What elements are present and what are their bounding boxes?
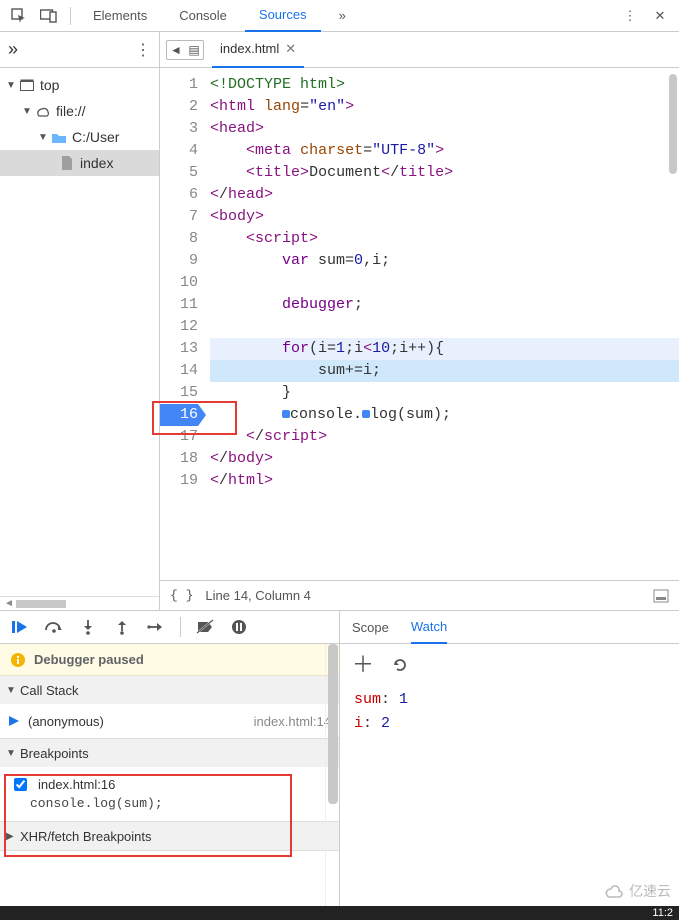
nav-back-icon[interactable]: ◄ [167, 41, 185, 59]
info-icon [10, 652, 26, 668]
debugger-left-pane: Debugger paused ▼Call Stack (anonymous) … [0, 644, 340, 906]
stack-frame[interactable]: (anonymous) index.html:14 [0, 708, 339, 734]
section-xhr-breakpoints[interactable]: ▶XHR/fetch Breakpoints [0, 822, 339, 850]
close-tab-icon[interactable]: ✕ [285, 41, 296, 57]
current-frame-icon [8, 715, 20, 727]
tab-watch[interactable]: Watch [411, 610, 447, 644]
sidebar-more-icon[interactable]: » [8, 39, 18, 60]
taskbar: 11:2 [0, 906, 679, 920]
sidebar-menu-icon[interactable]: ⋮ [135, 40, 151, 60]
editor-nav[interactable]: ◄▤ [166, 40, 204, 60]
tab-console[interactable]: Console [165, 0, 241, 32]
nav-list-icon[interactable]: ▤ [185, 41, 203, 59]
tree-folder[interactable]: ▼C:/User [0, 124, 159, 150]
tree-file-index[interactable]: index [0, 150, 159, 176]
kebab-menu-icon[interactable]: ⋮ [617, 3, 643, 29]
navigator-sidebar: » ⋮ ▼top ▼file:// ▼C:/User index ◄ [0, 32, 160, 610]
debugger-toolbar: Scope Watch [0, 610, 679, 644]
line-gutter[interactable]: 12345678910111213141516171819 [160, 68, 204, 580]
code-content[interactable]: <!DOCTYPE html><html lang="en"><head> <m… [204, 68, 679, 580]
editor-file-tab[interactable]: index.html✕ [212, 32, 304, 68]
coverage-icon[interactable] [653, 589, 669, 603]
h-scrollbar[interactable] [16, 600, 66, 608]
watch-panel: ＋ sum: 1i: 2 [340, 644, 679, 906]
h-scroll-left-icon[interactable]: ◄ [4, 598, 14, 609]
tab-more[interactable]: » [325, 0, 360, 32]
device-toolbar-icon[interactable] [36, 3, 62, 29]
watermark: 亿速云 [603, 881, 671, 901]
breakpoint-checkbox[interactable] [14, 778, 27, 791]
left-pane-scrollbar[interactable] [325, 644, 339, 906]
step-into-icon[interactable] [78, 617, 98, 637]
refresh-watch-icon[interactable] [392, 657, 408, 673]
watch-variables: sum: 1i: 2 [340, 680, 679, 744]
close-icon[interactable]: ✕ [647, 3, 673, 29]
cursor-position: Line 14, Column 4 [205, 588, 311, 603]
tab-sources[interactable]: Sources [245, 0, 321, 32]
tab-elements[interactable]: Elements [79, 0, 161, 32]
debugger-paused-banner: Debugger paused [0, 644, 339, 676]
section-breakpoints[interactable]: ▼Breakpoints [0, 739, 339, 767]
pause-exceptions-icon[interactable] [229, 617, 249, 637]
tab-scope[interactable]: Scope [352, 610, 389, 644]
breakpoint-code: console.log(sum); [0, 796, 339, 817]
format-icon[interactable]: { } [170, 588, 193, 603]
tree-file-origin[interactable]: ▼file:// [0, 98, 159, 124]
code-editor: ◄▤ index.html✕ 1234567891011121314151617… [160, 32, 679, 610]
add-watch-icon[interactable]: ＋ [352, 658, 374, 672]
step-icon[interactable] [146, 617, 166, 637]
select-element-icon[interactable] [6, 3, 32, 29]
step-out-icon[interactable] [112, 617, 132, 637]
devtools-top-tabs: Elements Console Sources » ⋮ ✕ [0, 0, 679, 32]
step-over-icon[interactable] [44, 617, 64, 637]
breakpoint-item[interactable]: index.html:16 [0, 771, 339, 796]
editor-scrollbar[interactable] [669, 74, 677, 174]
deactivate-breakpoints-icon[interactable] [195, 617, 215, 637]
resume-icon[interactable] [10, 617, 30, 637]
tree-top[interactable]: ▼top [0, 72, 159, 98]
section-callstack[interactable]: ▼Call Stack [0, 676, 339, 704]
